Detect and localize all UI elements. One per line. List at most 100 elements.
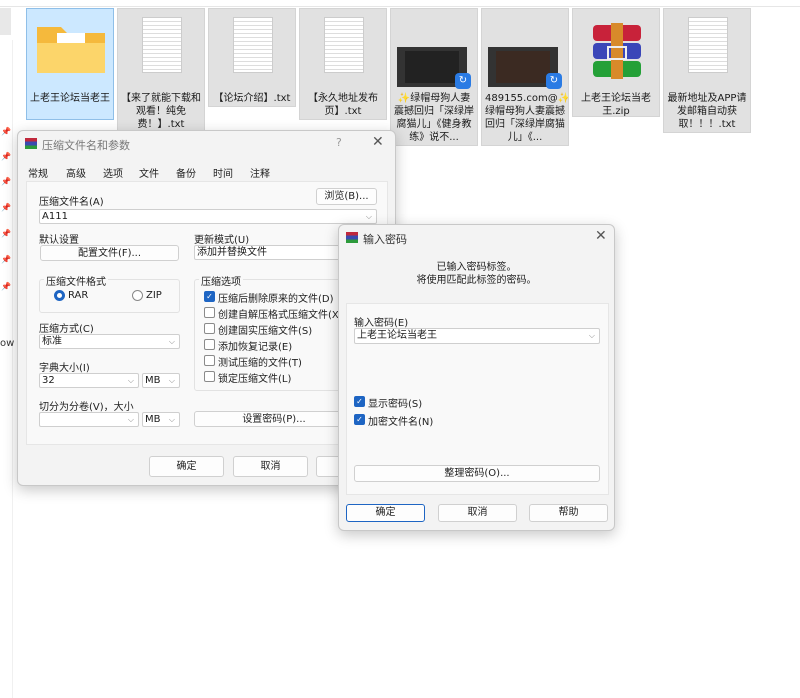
tab-advanced[interactable]: 高级 bbox=[66, 165, 86, 180]
file-name: 489155.com@✨绿帽母狗人妻震撼回归「深绿岸腐猫儿」《... bbox=[485, 93, 569, 143]
enter-password-dialog: 输入密码 ✕ 已输入密码标签。 将使用匹配此标签的密码。 输入密码(E) 上老王… bbox=[338, 224, 615, 531]
winrar-icon bbox=[25, 138, 37, 149]
nav-pane-divider bbox=[12, 40, 13, 698]
folder-icon bbox=[37, 27, 105, 73]
nav-pane-item[interactable] bbox=[0, 8, 11, 35]
rar-radio[interactable] bbox=[54, 290, 65, 301]
file-name: 【来了就能下载和观看！纯免费！】.txt bbox=[121, 93, 201, 130]
zip-radio[interactable] bbox=[132, 290, 143, 301]
file-name: 上老王论坛当老王.zip bbox=[581, 93, 651, 117]
text-file-icon bbox=[688, 17, 728, 73]
file-tile-video[interactable]: ↻ ✨绿帽母狗人妻震撼回归「深绿岸腐猫儿」《健身教练》说不... bbox=[390, 8, 478, 146]
method-label: 压缩方式(C) bbox=[39, 324, 94, 335]
tab-comment[interactable]: 注释 bbox=[250, 165, 270, 180]
rar-label: RAR bbox=[68, 290, 89, 301]
file-name: 【永久地址发布页】.txt bbox=[308, 93, 378, 117]
file-tile-archive[interactable]: 上老王论坛当老王.zip bbox=[572, 8, 660, 117]
password-input[interactable]: 上老王论坛当老王 ⌵ bbox=[354, 328, 600, 344]
close-button[interactable]: ✕ bbox=[372, 134, 384, 150]
player-badge-icon: ↻ bbox=[455, 73, 471, 89]
archive-options-label: 压缩选项 bbox=[199, 273, 243, 288]
chevron-down-icon: ⌵ bbox=[168, 415, 175, 424]
tab-time[interactable]: 时间 bbox=[213, 165, 233, 180]
file-tile-folder[interactable]: 上老王论坛当老王 bbox=[26, 8, 114, 120]
pin-icon[interactable]: 📌 bbox=[1, 204, 11, 212]
winrar-archive-icon bbox=[593, 23, 641, 79]
pin-icon[interactable]: 📌 bbox=[1, 283, 11, 291]
text-file-icon bbox=[324, 17, 364, 73]
split-unit-select[interactable]: MB ⌵ bbox=[142, 412, 180, 427]
file-tile-txt[interactable]: 【论坛介绍】.txt bbox=[208, 8, 296, 107]
archive-name-value: A111 bbox=[42, 211, 68, 222]
winrar-icon bbox=[346, 232, 358, 243]
option-label: 测试压缩的文件(T) bbox=[218, 358, 302, 369]
pin-icon[interactable]: 📌 bbox=[1, 178, 11, 186]
chevron-down-icon: ⌵ bbox=[127, 376, 134, 385]
chevron-down-icon: ⌵ bbox=[365, 212, 372, 221]
recovery-record-checkbox[interactable] bbox=[204, 339, 215, 350]
pin-icon[interactable]: 📌 bbox=[1, 256, 11, 264]
organize-passwords-button[interactable]: 整理密码(O)... bbox=[354, 465, 600, 482]
dictionary-size-label: 字典大小(I) bbox=[39, 363, 90, 374]
split-volumes-label: 切分为分卷(V)，大小 bbox=[39, 402, 134, 413]
file-tile-txt[interactable]: 【永久地址发布页】.txt bbox=[299, 8, 387, 120]
dictionary-unit-select[interactable]: MB ⌵ bbox=[142, 373, 180, 388]
text-file-icon bbox=[233, 17, 273, 73]
dictionary-size-combo[interactable]: 32 ⌵ bbox=[39, 373, 139, 388]
info-line-2: 将使用匹配此标签的密码。 bbox=[416, 275, 537, 286]
file-tile-video[interactable]: ↻ 489155.com@✨绿帽母狗人妻震撼回归「深绿岸腐猫儿」《... bbox=[481, 8, 569, 146]
pin-icon[interactable]: 📌 bbox=[1, 153, 11, 161]
encrypt-file-names-checkbox[interactable]: ✓ bbox=[354, 414, 365, 425]
set-password-button[interactable]: 设置密码(P)... bbox=[194, 411, 354, 427]
archive-name-combo[interactable]: A111 ⌵ bbox=[39, 209, 377, 224]
browse-button[interactable]: 浏览(B)... bbox=[316, 188, 377, 205]
ok-button[interactable]: 确定 bbox=[346, 504, 425, 522]
tab-backup[interactable]: 备份 bbox=[176, 165, 196, 180]
archive-format-label: 压缩文件格式 bbox=[44, 273, 108, 288]
dialog-title: 输入密码 bbox=[363, 233, 407, 246]
text-file-icon bbox=[142, 17, 182, 73]
tab-general[interactable]: 常规 bbox=[28, 165, 48, 180]
password-value: 上老王论坛当老王 bbox=[357, 330, 437, 341]
split-size-combo[interactable]: ⌵ bbox=[39, 412, 139, 427]
archive-name-label: 压缩文件名(A) bbox=[39, 197, 104, 208]
player-badge-icon: ↻ bbox=[546, 73, 562, 89]
pin-icon[interactable]: 📌 bbox=[1, 128, 11, 136]
method-select[interactable]: 标准 ⌵ bbox=[39, 334, 180, 349]
lock-archive-checkbox[interactable] bbox=[204, 371, 215, 382]
file-tile-txt[interactable]: 最新地址及APP请发邮箱自动获取！！！.txt bbox=[663, 8, 751, 133]
option-label: 压缩后删除原来的文件(D) bbox=[218, 294, 334, 305]
sfx-checkbox[interactable] bbox=[204, 307, 215, 318]
file-tile-txt[interactable]: 【来了就能下载和观看！纯免费！】.txt bbox=[117, 8, 205, 132]
chevron-down-icon: ⌵ bbox=[588, 331, 595, 340]
default-settings-label: 默认设置 bbox=[39, 235, 79, 246]
video-thumbnail: ↻ bbox=[488, 47, 562, 89]
dialog-title: 压缩文件名和参数 bbox=[42, 139, 130, 152]
help-button[interactable]: ? bbox=[336, 136, 342, 149]
show-password-label: 显示密码(S) bbox=[368, 399, 423, 410]
option-label: 创建固实压缩文件(S) bbox=[218, 326, 313, 337]
option-label: 添加恢复记录(E) bbox=[218, 342, 293, 353]
cancel-button[interactable]: 取消 bbox=[233, 456, 308, 477]
test-files-checkbox[interactable] bbox=[204, 355, 215, 366]
tab-files[interactable]: 文件 bbox=[139, 165, 159, 180]
tab-options[interactable]: 选项 bbox=[103, 165, 123, 180]
show-password-checkbox[interactable]: ✓ bbox=[354, 396, 365, 407]
delete-after-checkbox[interactable]: ✓ bbox=[204, 291, 215, 302]
chevron-down-icon: ⌵ bbox=[168, 337, 175, 346]
profiles-button[interactable]: 配置文件(F)... bbox=[40, 245, 179, 261]
dictionary-size-value: 32 bbox=[42, 375, 55, 386]
file-name: 上老王论坛当老王 bbox=[30, 93, 110, 104]
file-name: 最新地址及APP请发邮箱自动获取！！！.txt bbox=[667, 93, 747, 130]
update-mode-select[interactable]: 添加并替换文件 bbox=[194, 245, 344, 260]
pin-icon[interactable]: 📌 bbox=[1, 230, 11, 238]
nav-pane-label: ow bbox=[0, 338, 15, 349]
ok-button[interactable]: 确定 bbox=[149, 456, 224, 477]
cancel-button[interactable]: 取消 bbox=[438, 504, 517, 522]
help-button[interactable]: 帮助 bbox=[529, 504, 608, 522]
option-label: 锁定压缩文件(L) bbox=[218, 374, 292, 385]
solid-checkbox[interactable] bbox=[204, 323, 215, 334]
close-button[interactable]: ✕ bbox=[595, 228, 607, 244]
dictionary-unit-value: MB bbox=[145, 375, 161, 386]
encrypt-file-names-label: 加密文件名(N) bbox=[368, 417, 434, 428]
